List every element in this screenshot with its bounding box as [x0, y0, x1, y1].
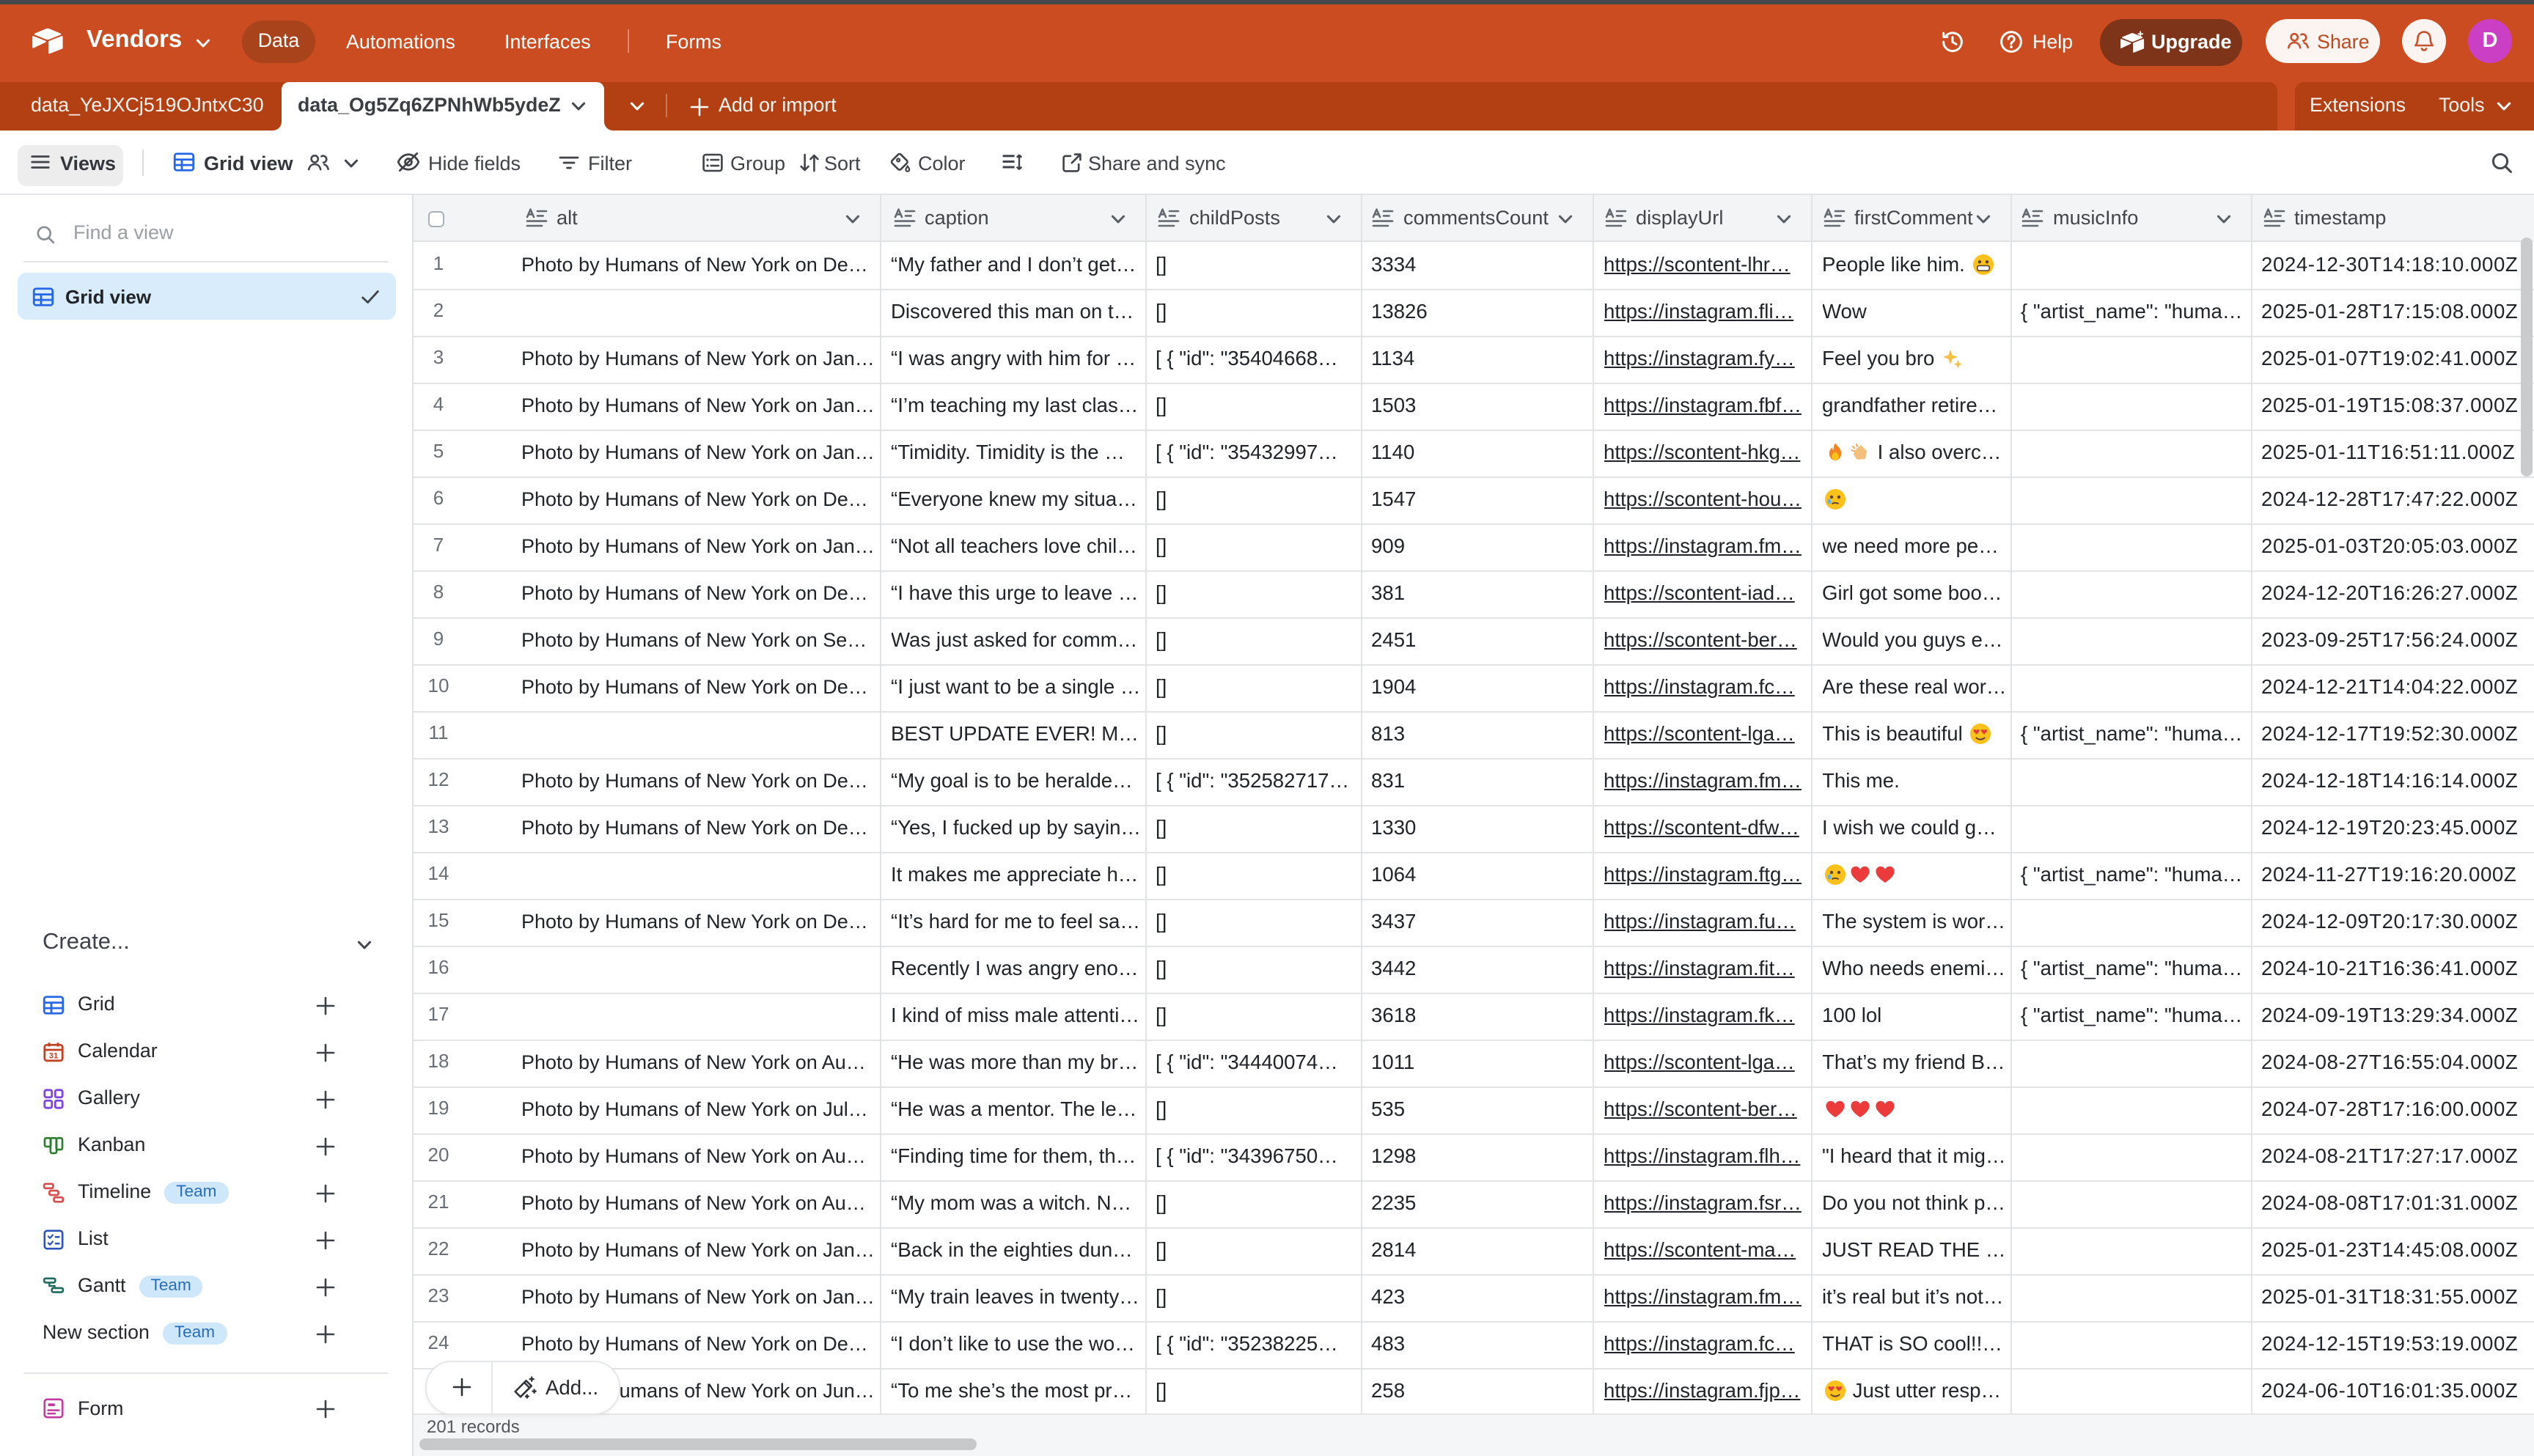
- svg-text:31: 31: [49, 1052, 59, 1061]
